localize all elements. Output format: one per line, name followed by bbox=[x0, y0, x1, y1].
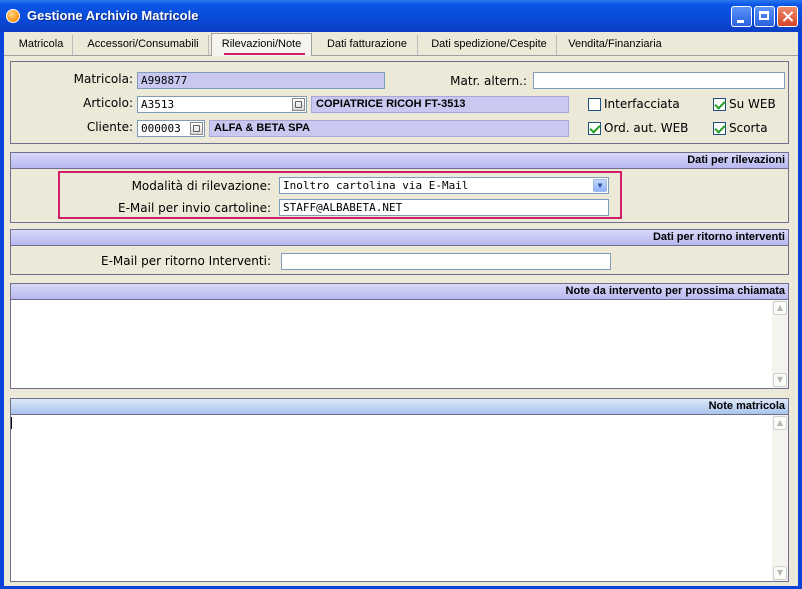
cliente-label: Cliente: bbox=[86, 120, 133, 134]
interfacciata-label: Interfacciata bbox=[604, 97, 680, 111]
su-web-label: Su WEB bbox=[729, 97, 776, 111]
note-matricola-textarea[interactable]: ▲ ▼ bbox=[11, 415, 788, 581]
app-icon bbox=[6, 9, 20, 23]
tab-accessori-consumabili[interactable]: Accessori/Consumabili bbox=[78, 35, 209, 55]
tab-bar: Matricola Accessori/Consumabili Rilevazi… bbox=[4, 32, 798, 56]
ord-aut-web-label: Ord. aut. WEB bbox=[604, 121, 689, 135]
email-ritorno-label: E-Mail per ritorno Interventi: bbox=[101, 254, 271, 268]
matr-altern-label: Matr. altern.: bbox=[450, 74, 527, 88]
matr-altern-field[interactable] bbox=[533, 72, 785, 89]
title-bar[interactable]: Gestione Archivio Matricole bbox=[0, 0, 802, 32]
tab-rilevazioni-note[interactable]: Rilevazioni/Note bbox=[211, 33, 312, 56]
scroll-down-icon[interactable]: ▼ bbox=[773, 566, 787, 580]
interfacciata-checkbox[interactable] bbox=[588, 98, 601, 111]
note-matricola-heading: Note matricola bbox=[11, 399, 788, 415]
maximize-icon[interactable] bbox=[754, 6, 775, 27]
articolo-lookup-icon[interactable] bbox=[292, 98, 305, 111]
header-group: Matricola: A998877 Matr. altern.: Artico… bbox=[10, 61, 789, 144]
tab-matricola[interactable]: Matricola bbox=[10, 35, 73, 55]
minimize-icon[interactable] bbox=[731, 6, 752, 27]
su-web-checkbox[interactable] bbox=[713, 98, 726, 111]
rilevazioni-heading: Dati per rilevazioni bbox=[11, 153, 788, 169]
ritorno-heading: Dati per ritorno interventi bbox=[11, 230, 788, 246]
note-intervento-textarea[interactable]: ▲ ▼ bbox=[11, 300, 788, 388]
matricola-field[interactable]: A998877 bbox=[137, 72, 385, 89]
rilevazioni-section: Dati per rilevazioni Modalità di rilevaz… bbox=[10, 152, 789, 223]
scroll-down-icon[interactable]: ▼ bbox=[773, 373, 787, 387]
text-cursor bbox=[11, 417, 12, 429]
note-intervento-section: Note da intervento per prossima chiamata… bbox=[10, 283, 789, 389]
email-ritorno-field[interactable] bbox=[281, 253, 611, 270]
articolo-value: A3513 bbox=[141, 98, 175, 111]
ritorno-section: Dati per ritorno interventi E-Mail per r… bbox=[10, 229, 789, 275]
highlight-box bbox=[58, 171, 622, 219]
client-area: Matricola Accessori/Consumabili Rilevazi… bbox=[4, 32, 798, 586]
tab-vendita-finanziaria[interactable]: Vendita/Finanziaria bbox=[562, 35, 668, 55]
ord-aut-web-checkbox[interactable] bbox=[588, 122, 601, 135]
articolo-description: COPIATRICE RICOH FT-3513 bbox=[311, 96, 569, 113]
matricola-label: Matricola: bbox=[73, 72, 133, 86]
cliente-field[interactable]: 000003 bbox=[137, 120, 205, 137]
scorta-checkbox[interactable] bbox=[713, 122, 726, 135]
main-window: Gestione Archivio Matricole Matricola Ac… bbox=[0, 0, 802, 589]
note-intervento-heading: Note da intervento per prossima chiamata bbox=[11, 284, 788, 300]
scorta-label: Scorta bbox=[729, 121, 768, 135]
scroll-up-icon[interactable]: ▲ bbox=[773, 301, 787, 315]
tab-dati-fatturazione[interactable]: Dati fatturazione bbox=[317, 35, 418, 55]
window-title: Gestione Archivio Matricole bbox=[27, 8, 199, 23]
note-matricola-scrollbar[interactable]: ▲ ▼ bbox=[772, 415, 788, 581]
note-matricola-section: Note matricola ▲ ▼ bbox=[10, 398, 789, 582]
articolo-label: Articolo: bbox=[83, 96, 133, 110]
cliente-description: ALFA & BETA SPA bbox=[209, 120, 569, 137]
note-intervento-scrollbar[interactable]: ▲ ▼ bbox=[772, 300, 788, 388]
cliente-lookup-icon[interactable] bbox=[190, 122, 203, 135]
cliente-value: 000003 bbox=[141, 122, 181, 135]
close-icon[interactable] bbox=[777, 6, 798, 27]
tab-dati-spedizione-cespite[interactable]: Dati spedizione/Cespite bbox=[422, 35, 557, 55]
scroll-up-icon[interactable]: ▲ bbox=[773, 416, 787, 430]
articolo-field[interactable]: A3513 bbox=[137, 96, 307, 113]
